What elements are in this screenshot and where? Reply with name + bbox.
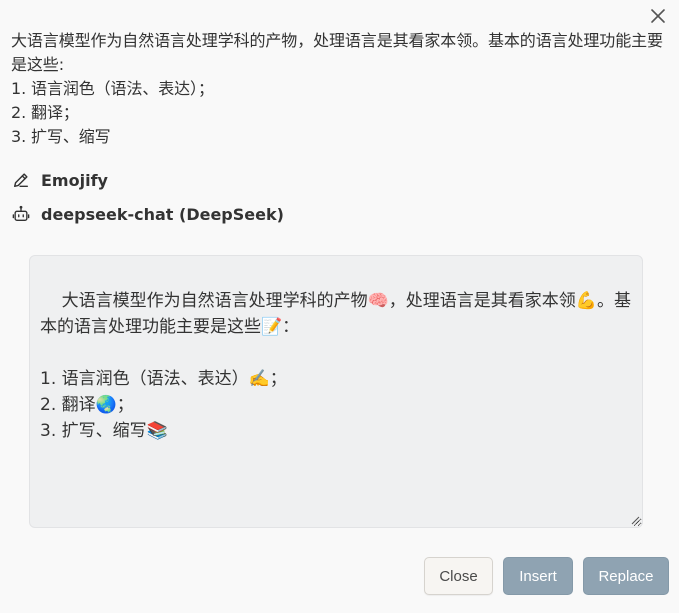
close-button[interactable]: Close — [424, 557, 493, 595]
insert-button[interactable]: Insert — [503, 557, 573, 595]
robot-icon — [11, 204, 31, 224]
emojify-dialog: 大语言模型作为自然语言处理学科的产物，处理语言是其看家本领。基本的语言处理功能主… — [0, 0, 679, 613]
resize-grip-icon[interactable] — [630, 515, 640, 525]
model-label: deepseek-chat (DeepSeek) — [41, 204, 284, 224]
command-row: Emojify — [11, 170, 108, 190]
replace-button[interactable]: Replace — [583, 557, 669, 595]
result-text: 大语言模型作为自然语言处理学科的产物🧠，处理语言是其看家本领💪。基本的语言处理功… — [40, 291, 631, 441]
command-label: Emojify — [41, 170, 108, 190]
result-textarea[interactable]: 大语言模型作为自然语言处理学科的产物🧠，处理语言是其看家本领💪。基本的语言处理功… — [29, 255, 643, 528]
close-x-icon[interactable] — [647, 5, 669, 27]
source-text: 大语言模型作为自然语言处理学科的产物，处理语言是其看家本领。基本的语言处理功能主… — [11, 31, 663, 146]
pencil-icon — [11, 170, 31, 190]
model-row: deepseek-chat (DeepSeek) — [11, 204, 284, 224]
